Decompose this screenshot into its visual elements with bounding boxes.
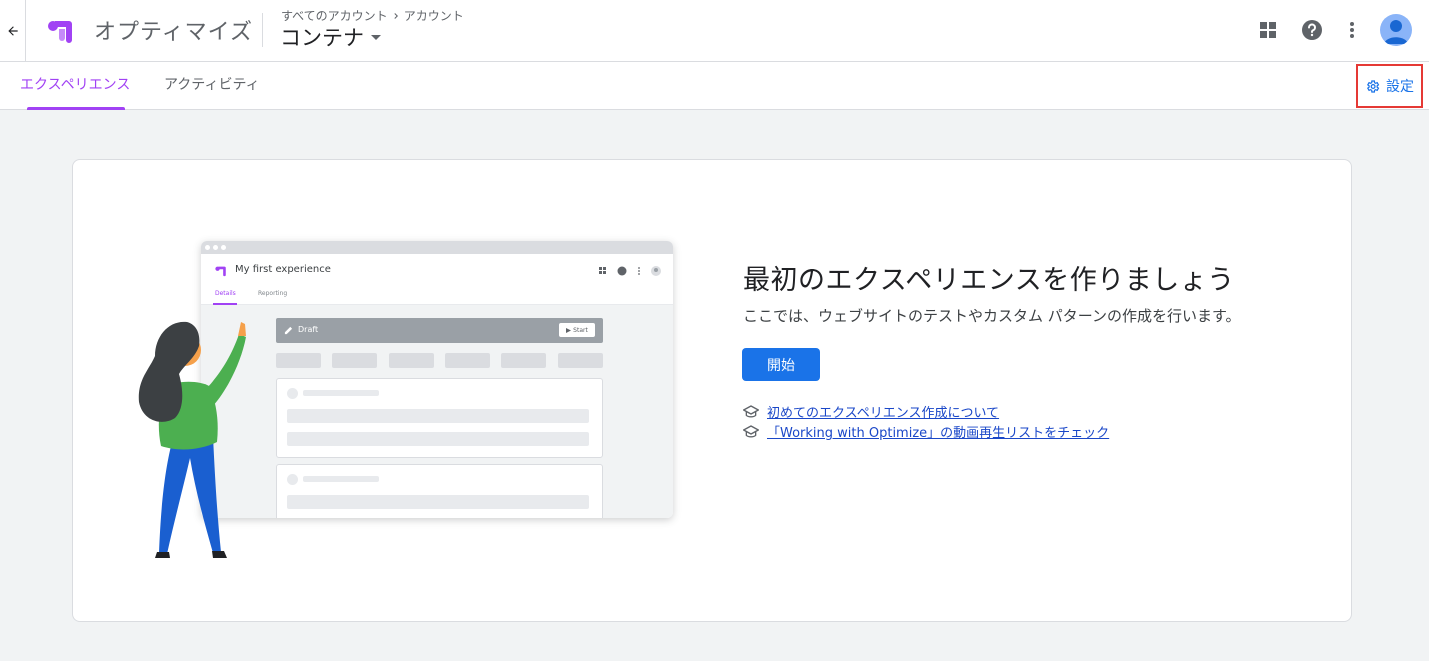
illustration-title: My first experience: [235, 264, 331, 275]
illustration-stat: [276, 353, 321, 368]
illustration-stat: [389, 353, 434, 368]
container-name: コンテナ: [280, 26, 364, 50]
illustration-panel: [276, 378, 603, 458]
help-link-row: 「Working with Optimize」の動画再生リストをチェック: [743, 422, 1109, 441]
help-link-row: 初めてのエクスペリエンス作成について: [743, 402, 999, 421]
empty-state-headline: 最初のエクスペリエンスを作りましょう: [743, 265, 1235, 296]
settings-label: 設定: [1386, 79, 1414, 95]
back-button[interactable]: [0, 0, 26, 62]
app-name: オプティマイズ: [94, 20, 254, 45]
video-playlist-link[interactable]: 「Working with Optimize」の動画再生リストをチェック: [767, 422, 1109, 441]
illustration-window: My first experience Details Reporting Dr…: [201, 241, 673, 518]
optimize-logo-small-icon: [215, 266, 226, 277]
active-tab-indicator: [27, 107, 125, 110]
settings-button[interactable]: 設定: [1356, 64, 1423, 108]
arrow-back-icon: [7, 26, 18, 36]
illustration-header: My first experience: [201, 254, 673, 287]
first-experience-guide-link[interactable]: 初めてのエクスペリエンス作成について: [767, 402, 999, 421]
help-button[interactable]: [1299, 17, 1325, 43]
illustration-panel: [276, 464, 603, 518]
school-icon: [743, 424, 759, 437]
tab-activity[interactable]: アクティビティ: [164, 62, 260, 110]
more-options-button[interactable]: [1339, 17, 1365, 43]
illustration-start-label: Start: [573, 326, 588, 334]
tab-bar: エクスペリエンス アクティビティ 設定: [0, 62, 1429, 110]
apps-button[interactable]: [1255, 17, 1281, 43]
illustration-window-bar: [201, 241, 673, 254]
illustration-draft-label: Draft: [298, 325, 319, 334]
breadcrumb-account[interactable]: アカウント: [404, 7, 464, 24]
illustration-stat: [445, 353, 490, 368]
illustration-tabs: Details Reporting: [201, 287, 673, 305]
woman-pointing-illustration: [138, 321, 246, 558]
empty-state-subtitle: ここでは、ウェブサイトのテストやカスタム パターンの作成を行います。: [743, 307, 1241, 325]
chevron-right-icon: [394, 12, 398, 19]
illustration-start-chip: Start: [559, 323, 595, 337]
container-selector[interactable]: コンテナ: [280, 22, 382, 52]
illustration-stat: [501, 353, 546, 368]
illustration-stat: [558, 353, 603, 368]
header-divider: [262, 13, 263, 47]
illustration-draft-bar: Draft Start: [276, 318, 603, 343]
play-icon: [566, 327, 572, 333]
dropdown-arrow-icon: [371, 35, 381, 40]
gear-icon: [1366, 79, 1380, 93]
tab-experiences[interactable]: エクスペリエンス: [20, 62, 130, 110]
start-button[interactable]: 開始: [742, 348, 820, 381]
empty-state-card: My first experience Details Reporting Dr…: [72, 159, 1352, 622]
school-icon: [743, 404, 759, 417]
account-avatar[interactable]: [1380, 14, 1412, 46]
optimize-logo: [45, 15, 77, 45]
more-vert-icon: [1350, 22, 1354, 38]
apps-grid-icon: [1260, 22, 1276, 38]
illustration-header-icons: [599, 266, 661, 276]
illustration-body: Draft Start: [201, 305, 673, 518]
illustration-tab-details: Details: [215, 290, 236, 297]
illustration-tab-reporting: Reporting: [258, 290, 288, 297]
illustration-stat: [332, 353, 377, 368]
person-icon: [1384, 20, 1408, 44]
pencil-icon: [284, 326, 293, 335]
top-app-bar: オプティマイズ すべてのアカウント アカウント コンテナ: [0, 0, 1429, 62]
help-icon: [1302, 20, 1322, 40]
